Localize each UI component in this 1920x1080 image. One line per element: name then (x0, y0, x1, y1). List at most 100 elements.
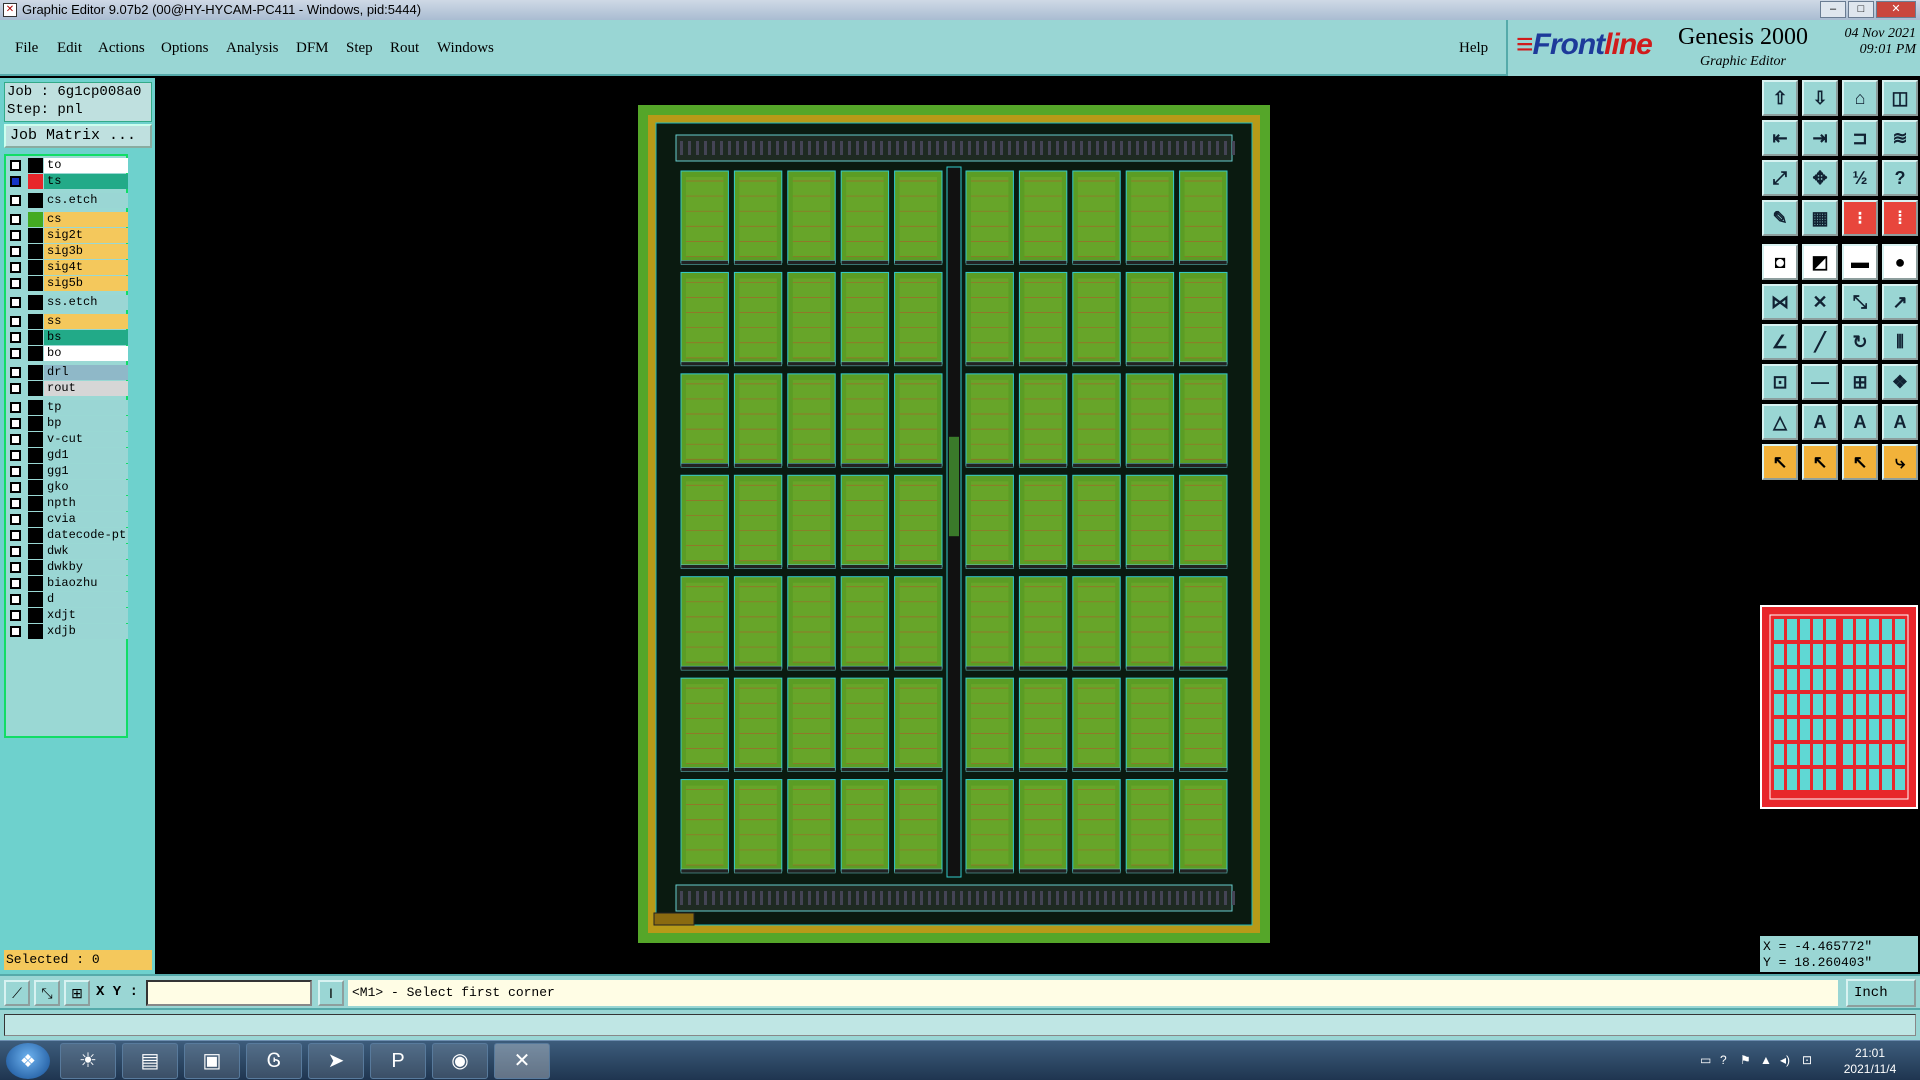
panel-icon[interactable]: ◫ (1882, 80, 1918, 116)
layer-checkbox[interactable] (10, 383, 21, 394)
layer-row-sig4t[interactable]: sig4t (6, 260, 128, 276)
layer-name[interactable]: gg1 (44, 464, 128, 479)
layer-color-swatch[interactable] (28, 464, 43, 479)
menu-options[interactable]: Options (161, 40, 209, 57)
layer-color-swatch[interactable] (28, 432, 43, 447)
layer-color-swatch[interactable] (28, 560, 43, 575)
layer-checkbox[interactable] (10, 214, 21, 225)
pointer-icon[interactable]: ↖ (1762, 444, 1798, 480)
layer-name[interactable]: biaozhu (44, 576, 128, 591)
layer-name[interactable]: datecode-pt (44, 528, 128, 543)
help-icon[interactable]: ? (1882, 160, 1918, 196)
layer-color-swatch[interactable] (28, 193, 43, 208)
pointer-edit-icon[interactable]: ↖ (1842, 444, 1878, 480)
layer-checkbox[interactable] (10, 278, 21, 289)
layer-row-ts[interactable]: ts (6, 174, 128, 190)
ratio-icon[interactable]: ½ (1842, 160, 1878, 196)
layer-name[interactable]: ss.etch (44, 295, 128, 310)
taskbar-app-eye-icon[interactable]: ◉ (432, 1043, 488, 1079)
layer-row-ss.etch[interactable]: ss.etch (6, 295, 128, 311)
layer-name[interactable]: cs (44, 212, 128, 227)
layer-row-to[interactable]: to (6, 158, 128, 174)
zoom-in-icon[interactable]: ⇩ (1802, 80, 1838, 116)
taskbar-app-save-icon[interactable]: ▣ (184, 1043, 240, 1079)
layer-checkbox[interactable] (10, 160, 21, 171)
menu-actions[interactable]: Actions (98, 40, 145, 57)
graphic-canvas[interactable] (155, 78, 1758, 974)
layer-checkbox[interactable] (10, 546, 21, 557)
text-b-icon[interactable]: A (1842, 404, 1878, 440)
layer-name[interactable]: v-cut (44, 432, 128, 447)
layer-row-sig2t[interactable]: sig2t (6, 228, 128, 244)
layer-name[interactable]: drl (44, 365, 128, 380)
layer-row-sig3b[interactable]: sig3b (6, 244, 128, 260)
menu-analysis[interactable]: Analysis (226, 40, 279, 57)
layer-row-bo[interactable]: bo (6, 346, 128, 362)
split-icon[interactable]: ⊐ (1842, 120, 1878, 156)
layer-name[interactable]: ts (44, 174, 128, 189)
layer-row-datecode-pt[interactable]: datecode-pt (6, 528, 128, 544)
layer-checkbox[interactable] (10, 498, 21, 509)
xy-input[interactable] (146, 980, 312, 1006)
layer-checkbox[interactable] (10, 626, 21, 637)
layer-name[interactable]: npth (44, 496, 128, 511)
text-cursor-icon[interactable]: I (318, 980, 344, 1006)
layer-name[interactable]: gd1 (44, 448, 128, 463)
tray-help-icon[interactable]: ? (1720, 1053, 1727, 1067)
layer-color-swatch[interactable] (28, 295, 43, 310)
layer-name[interactable]: ss (44, 314, 128, 329)
layer-checkbox[interactable] (10, 530, 21, 541)
snap-icon[interactable]: ⟋ (4, 980, 30, 1006)
layer-name[interactable]: gko (44, 480, 128, 495)
draw-icon[interactable]: ✎ (1762, 200, 1798, 236)
layer-checkbox[interactable] (10, 514, 21, 525)
tray-keyboard-icon[interactable]: ▭ (1700, 1053, 1711, 1067)
layer-row-xdjt[interactable]: xdjt (6, 608, 128, 624)
layer-name[interactable]: dwk (44, 544, 128, 559)
layer-row-drl[interactable]: drl (6, 365, 128, 381)
snap-icon[interactable]: ≋ (1882, 120, 1918, 156)
layer-checkbox[interactable] (10, 402, 21, 413)
layer-color-swatch[interactable] (28, 276, 43, 291)
layer-row-v-cut[interactable]: v-cut (6, 432, 128, 448)
layer-color-swatch[interactable] (28, 314, 43, 329)
layer-row-tp[interactable]: tp (6, 400, 128, 416)
pad-icon[interactable]: ● (1882, 244, 1918, 280)
layer-checkbox[interactable] (10, 332, 21, 343)
layer-checkbox[interactable] (10, 176, 21, 187)
layer-row-gko[interactable]: gko (6, 480, 128, 496)
layer-row-d[interactable]: d (6, 592, 128, 608)
layer-name[interactable]: cs.etch (44, 193, 128, 208)
taskbar-app-notepad-icon[interactable]: ▤ (122, 1043, 178, 1079)
taskbar-app-shell-icon[interactable]: ☀ (60, 1043, 116, 1079)
layer-color-swatch[interactable] (28, 416, 43, 431)
layer-checkbox[interactable] (10, 466, 21, 477)
layer-checkbox[interactable] (10, 230, 21, 241)
measure-icon[interactable]: ⤡ (34, 980, 60, 1006)
layer-color-swatch[interactable] (28, 228, 43, 243)
layer-color-swatch[interactable] (28, 330, 43, 345)
layer-name[interactable]: sig5b (44, 276, 128, 291)
layer-color-swatch[interactable] (28, 592, 43, 607)
start-button[interactable]: ❖ (6, 1043, 50, 1079)
taskbar-app-p-icon[interactable]: P (370, 1043, 426, 1079)
layer-name[interactable]: cvia (44, 512, 128, 527)
pan-right-icon[interactable]: ⇥ (1802, 120, 1838, 156)
layer-checkbox[interactable] (10, 316, 21, 327)
layer-color-swatch[interactable] (28, 448, 43, 463)
layer-row-cs[interactable]: cs (6, 212, 128, 228)
layer-row-dwk[interactable]: dwk (6, 544, 128, 560)
layer-color-swatch[interactable] (28, 512, 43, 527)
tray-volume-icon[interactable]: ◂) (1780, 1053, 1790, 1067)
layer-checkbox[interactable] (10, 578, 21, 589)
layer-name[interactable]: to (44, 158, 128, 173)
layer-row-dwkby[interactable]: dwkby (6, 560, 128, 576)
layer-name[interactable]: dwkby (44, 560, 128, 575)
grid-icon[interactable]: ▦ (1802, 200, 1838, 236)
taskbar-app-bird-icon[interactable]: ➤ (308, 1043, 364, 1079)
layer-row-bs[interactable]: bs (6, 330, 128, 346)
slash-icon[interactable]: ╱ (1802, 324, 1838, 360)
move-icon[interactable]: ⤡ (1842, 284, 1878, 320)
layer-row-gg1[interactable]: gg1 (6, 464, 128, 480)
layer-checkbox[interactable] (10, 594, 21, 605)
